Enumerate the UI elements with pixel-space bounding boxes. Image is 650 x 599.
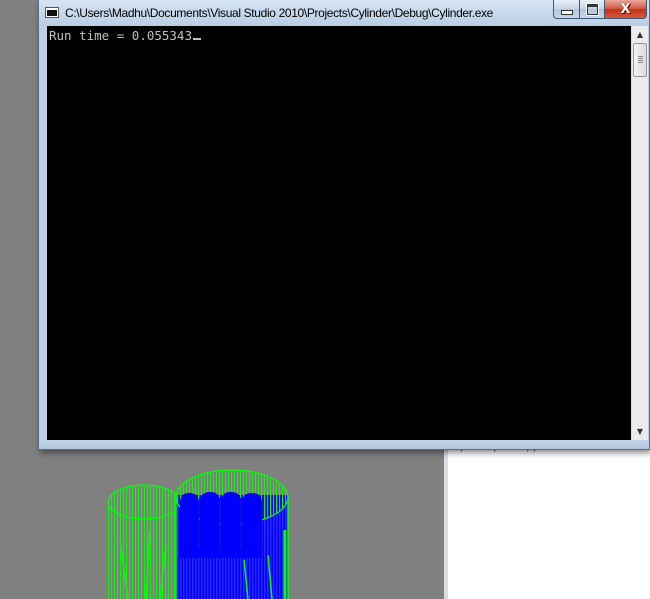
maximize-button[interactable] xyxy=(579,0,605,19)
console-window[interactable]: C:\Users\Madhu\Documents\Visual Studio 2… xyxy=(38,0,650,450)
vertical-scrollbar[interactable]: ▲ ▼ xyxy=(631,26,648,440)
scroll-thumb[interactable] xyxy=(633,43,647,77)
blue-capsules xyxy=(180,492,262,558)
scroll-thumb-grip xyxy=(638,56,643,63)
scroll-down-button[interactable]: ▼ xyxy=(632,423,648,440)
title-bar[interactable]: C:\Users\Madhu\Documents\Visual Studio 2… xyxy=(39,0,649,26)
close-icon: X xyxy=(620,1,631,17)
chevron-up-icon: ▲ xyxy=(636,30,644,39)
maximize-icon xyxy=(585,2,599,16)
minimize-button[interactable] xyxy=(553,0,580,19)
window-bottom-frame xyxy=(39,440,649,449)
close-button[interactable]: X xyxy=(604,0,647,19)
text-cursor xyxy=(193,38,201,40)
minimize-icon xyxy=(560,10,573,15)
chevron-down-icon: ▼ xyxy=(636,427,644,436)
left-cylinder xyxy=(107,484,181,599)
console-app-icon[interactable] xyxy=(45,7,59,18)
console-output-text: Run time = 0.055343 xyxy=(49,28,192,43)
console-output-area[interactable]: Run time = 0.055343 xyxy=(47,26,631,440)
scroll-up-button[interactable]: ▲ xyxy=(632,26,648,43)
window-title: C:\Users\Madhu\Documents\Visual Studio 2… xyxy=(65,6,494,20)
console-output-line: Run time = 0.055343 xyxy=(49,28,201,43)
code-editor-window: 0, 0.0, 1.0); xyxy=(444,440,650,599)
